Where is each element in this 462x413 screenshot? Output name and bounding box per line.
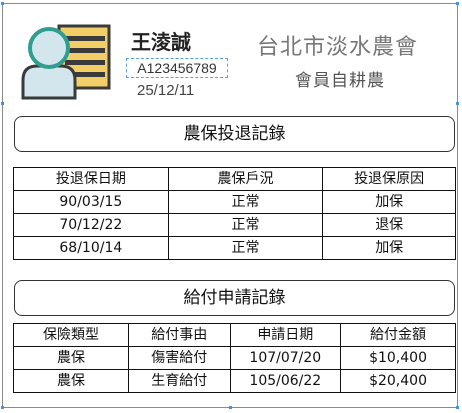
avatar-icon: [21, 24, 111, 100]
table-cell: 70/12/22: [13, 213, 169, 237]
resize-handle-right[interactable]: [456, 102, 459, 105]
id-number-field[interactable]: A123456789: [126, 58, 228, 78]
organization-name: 台北市淡水農會: [257, 35, 419, 60]
enrollment-section-title: 農保投退記錄: [14, 116, 455, 152]
table-cell: 90/03/15: [13, 190, 169, 214]
table-row: 農保 傷害給付 107/07/20 $10,400: [13, 346, 456, 370]
table-row: 70/12/22 正常 退保: [13, 213, 456, 237]
resize-handle-left[interactable]: [1, 102, 4, 105]
claims-table: 保險類型 給付事由 申請日期 給付金額 農保 傷害給付 107/07/20 $1…: [13, 323, 456, 393]
member-date: 25/12/11: [137, 82, 195, 99]
resize-handle-bottom-right[interactable]: [456, 406, 459, 409]
table-row: 90/03/15 正常 加保: [13, 190, 456, 214]
table-row: 農保 生育給付 105/06/22 $20,400: [13, 369, 456, 393]
table-cell: 105/06/22: [229, 369, 342, 393]
column-header: 投退保日期: [13, 167, 169, 191]
table-cell: $20,400: [340, 369, 456, 393]
table-cell: 退保: [322, 213, 456, 237]
table-cell: 生育給付: [127, 369, 231, 393]
table-cell: 正常: [167, 236, 324, 260]
table-header-row: 投退保日期 農保戶況 投退保原因: [13, 167, 456, 191]
table-cell: 加保: [322, 190, 456, 214]
member-type: 會員自耕農: [295, 71, 385, 91]
enrollment-table: 投退保日期 農保戶況 投退保原因 90/03/15 正常 加保 70/12/22…: [13, 167, 456, 260]
resize-handle-bottom-left[interactable]: [1, 406, 4, 409]
table-cell: 傷害給付: [127, 346, 231, 370]
column-header: 申請日期: [229, 323, 342, 347]
column-header: 給付事由: [127, 323, 231, 347]
table-cell: 68/10/14: [13, 236, 169, 260]
table-cell: 正常: [167, 213, 324, 237]
table-cell: 加保: [322, 236, 456, 260]
column-header: 農保戶況: [167, 167, 324, 191]
resize-handle-bottom[interactable]: [229, 406, 232, 409]
resize-handle-top-left[interactable]: [1, 2, 4, 5]
table-cell: 正常: [167, 190, 324, 214]
column-header: 保險類型: [13, 323, 129, 347]
column-header: 給付金額: [340, 323, 456, 347]
member-card: 王淩誠 A123456789 25/12/11 台北市淡水農會 會員自耕農 農保…: [1, 2, 459, 409]
table-header-row: 保險類型 給付事由 申請日期 給付金額: [13, 323, 456, 347]
claims-section-title: 給付申請記錄: [14, 280, 455, 316]
table-cell: $10,400: [340, 346, 456, 370]
member-name: 王淩誠: [131, 30, 191, 54]
table-cell: 農保: [13, 346, 129, 370]
table-cell: 農保: [13, 369, 129, 393]
resize-handle-top-right[interactable]: [456, 2, 459, 5]
column-header: 投退保原因: [322, 167, 456, 191]
table-cell: 107/07/20: [229, 346, 342, 370]
table-row: 68/10/14 正常 加保: [13, 236, 456, 260]
